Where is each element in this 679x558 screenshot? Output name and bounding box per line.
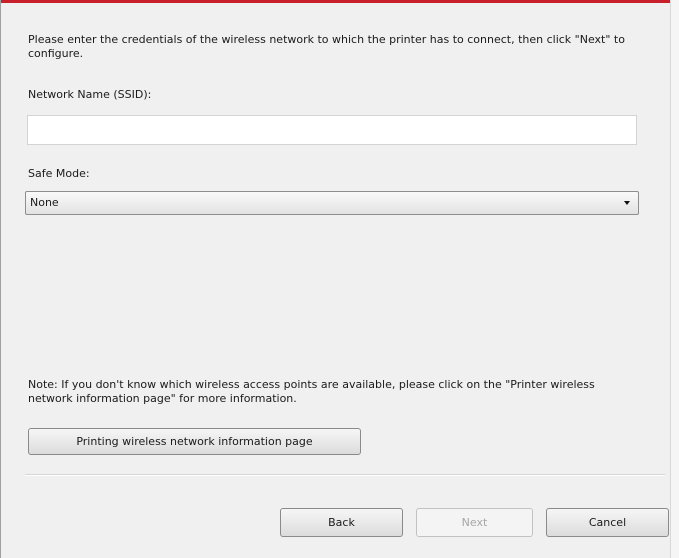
back-button[interactable]: Back — [280, 508, 403, 537]
accent-bar — [1, 0, 671, 3]
wireless-setup-dialog: Please enter the credentials of the wire… — [0, 0, 679, 558]
intro-text: Please enter the credentials of the wire… — [28, 33, 625, 60]
safe-mode-select[interactable]: None — [25, 191, 639, 215]
separator — [25, 474, 665, 476]
print-network-info-button[interactable]: Printing wireless network information pa… — [28, 428, 361, 455]
safe-mode-label: Safe Mode: — [28, 167, 90, 180]
safe-mode-selected-value: None — [30, 196, 59, 209]
window-right-edge — [670, 0, 679, 558]
network-name-label: Network Name (SSID): — [28, 88, 152, 101]
dropdown-arrow-icon — [624, 201, 630, 205]
note-text: Note: If you don't know which wireless a… — [28, 378, 595, 405]
network-name-input[interactable] — [27, 115, 637, 145]
cancel-button[interactable]: Cancel — [546, 508, 669, 537]
next-button[interactable]: Next — [416, 508, 533, 537]
